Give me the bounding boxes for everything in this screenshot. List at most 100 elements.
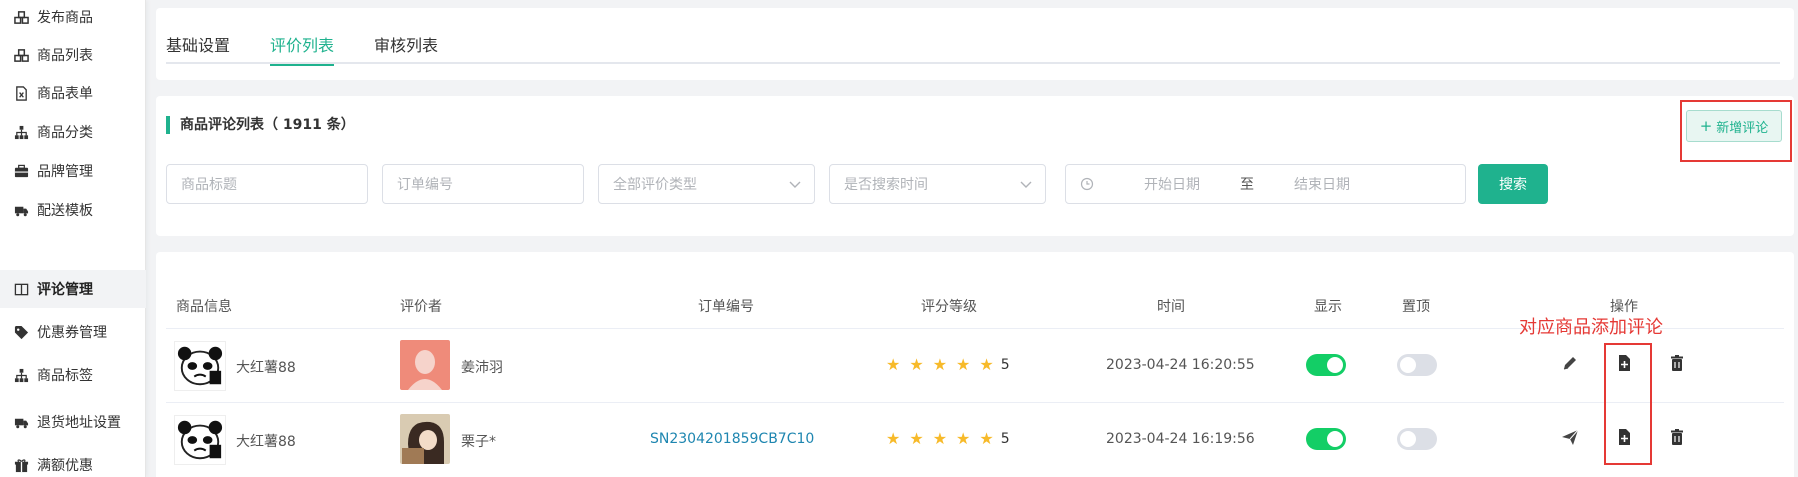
column-header-time: 时间 [1157, 299, 1185, 315]
star-icon: ★ [932, 429, 948, 448]
columns-icon [13, 281, 29, 297]
show-toggle[interactable] [1306, 428, 1346, 450]
rating-stars: ★ ★ ★ ★ ★ 5 [886, 429, 1010, 448]
sidebar-item-label: 退货地址设置 [37, 415, 121, 431]
tabs-card: 基础设置 评价列表 审核列表 [156, 8, 1794, 80]
sidebar-item-reviews[interactable]: 评论管理 [0, 270, 146, 308]
sidebar-item-label: 品牌管理 [37, 164, 93, 180]
table-row: 大红薯88 姜沛羽 ★ ★ ★ ★ ★ 5 2023-04-24 16:20:55 [156, 329, 1794, 403]
star-icon: ★ [956, 429, 971, 448]
product-name: 大红薯88 [236, 360, 296, 376]
sidebar-item-label: 商品列表 [37, 48, 93, 64]
rating-score: 5 [1000, 356, 1010, 373]
trash-icon[interactable] [1667, 353, 1687, 373]
column-header-reviewer: 评价者 [400, 299, 442, 315]
review-type-placeholder: 全部评价类型 [613, 177, 697, 193]
sitemap-icon [13, 367, 29, 383]
date-range-picker[interactable]: 开始日期 至 结束日期 [1065, 164, 1466, 204]
column-header-rating: 评分等级 [921, 299, 977, 315]
sidebar-item-label: 满额优惠 [37, 458, 93, 474]
table-row: 大红薯88 栗子* SN2304201859CB7C10 ★ ★ ★ ★ ★ 5 202… [156, 403, 1794, 477]
cubes-icon [13, 9, 29, 25]
column-header-pin: 置顶 [1402, 299, 1430, 315]
order-number[interactable]: SN2304201859CB7C10 [650, 431, 814, 447]
show-toggle[interactable] [1306, 354, 1346, 376]
sidebar-item-product-list[interactable]: 商品列表 [0, 36, 146, 74]
briefcase-icon [13, 163, 29, 179]
pin-toggle[interactable] [1397, 354, 1437, 376]
avatar [400, 414, 450, 464]
review-time: 2023-04-24 16:20:55 [1106, 357, 1255, 373]
start-date-placeholder[interactable]: 开始日期 [1144, 174, 1200, 194]
range-separator: 至 [1240, 177, 1254, 193]
product-name: 大红薯88 [236, 434, 296, 450]
sidebar-item-label: 商品分类 [37, 125, 93, 141]
review-table: 商品信息 评价者 订单编号 评分等级 时间 显示 置顶 操作 大红薯88 姜沛羽… [156, 252, 1794, 477]
annotation-label: 对应商品添加评论 [1519, 317, 1663, 338]
sidebar-item-publish-product[interactable]: 发布商品 [0, 0, 146, 36]
review-time: 2023-04-24 16:19:56 [1106, 431, 1255, 447]
product-title-placeholder: 商品标题 [181, 177, 237, 193]
sidebar-item-label: 评论管理 [37, 282, 93, 298]
star-icon: ★ [956, 355, 971, 374]
rating-stars: ★ ★ ★ ★ ★ 5 [886, 355, 1010, 374]
star-icon: ★ [932, 355, 948, 374]
sidebar-item-shipping[interactable]: 配送模板 [0, 191, 146, 229]
product-image [174, 415, 226, 465]
pencil-icon[interactable] [1560, 353, 1580, 373]
search-time-placeholder: 是否搜索时间 [844, 177, 928, 193]
star-icon: ★ [979, 429, 994, 448]
reviewer-name: 栗子* [461, 434, 496, 450]
rating-score: 5 [1000, 430, 1010, 447]
sidebar-item-label: 配送模板 [37, 203, 93, 219]
truck-icon [13, 414, 29, 430]
clock-icon [1080, 177, 1094, 191]
sidebar: 发布商品 商品列表 商品表单 商品分类 品牌管理 配送模板 评论管理 优惠券管理… [0, 0, 146, 477]
sidebar-item-product-category[interactable]: 商品分类 [0, 113, 146, 151]
star-icon: ★ [909, 355, 924, 374]
review-type-select[interactable]: 全部评价类型 [598, 164, 815, 204]
sidebar-item-product-form[interactable]: 商品表单 [0, 74, 146, 112]
sidebar-item-full-discount[interactable]: 满额优惠 [0, 446, 146, 477]
star-icon: ★ [909, 429, 924, 448]
pin-toggle[interactable] [1397, 428, 1437, 450]
sitemap-icon [13, 124, 29, 140]
sidebar-item-return-address[interactable]: 退货地址设置 [0, 403, 146, 441]
sidebar-item-coupons[interactable]: 优惠券管理 [0, 313, 146, 351]
trash-icon[interactable] [1667, 427, 1687, 447]
column-header-order-no: 订单编号 [698, 299, 754, 315]
tab-review-list[interactable]: 评价列表 [270, 26, 335, 66]
star-icon: ★ [886, 429, 901, 448]
order-no-placeholder: 订单编号 [397, 177, 453, 193]
section-title: 商品评论列表（ 1911 条） [166, 116, 355, 134]
tab-basic-settings[interactable]: 基础设置 [166, 26, 230, 64]
end-date-placeholder[interactable]: 结束日期 [1294, 174, 1350, 194]
sidebar-item-label: 商品表单 [37, 86, 93, 102]
truck-icon [13, 202, 29, 218]
sidebar-item-label: 商品标签 [37, 368, 93, 384]
tab-audit-list[interactable]: 审核列表 [374, 26, 438, 64]
annotation-box-add-review-icons [1604, 343, 1652, 465]
search-button[interactable]: 搜索 [1478, 164, 1548, 204]
star-icon: ★ [886, 355, 901, 374]
column-header-product: 商品信息 [176, 299, 232, 315]
chevron-down-icon [789, 181, 801, 188]
paper-plane-icon[interactable] [1560, 427, 1580, 447]
sidebar-item-label: 优惠券管理 [37, 325, 107, 341]
gift-icon [13, 457, 29, 473]
cubes-icon [13, 47, 29, 63]
tag-icon [13, 324, 29, 340]
sidebar-item-brand[interactable]: 品牌管理 [0, 152, 146, 190]
search-time-select[interactable]: 是否搜索时间 [829, 164, 1046, 204]
sidebar-item-label: 发布商品 [37, 10, 93, 26]
tab-bar: 基础设置 评价列表 审核列表 [166, 26, 1780, 66]
column-header-show: 显示 [1314, 299, 1342, 315]
product-image [174, 341, 226, 391]
order-no-input[interactable]: 订单编号 [382, 164, 584, 204]
filter-card: 商品评论列表（ 1911 条） + 新增评论 商品标题 订单编号 全部评价类型 … [156, 96, 1794, 236]
excel-file-icon [13, 85, 29, 101]
reviewer-name: 姜沛羽 [461, 360, 503, 376]
product-title-input[interactable]: 商品标题 [166, 164, 368, 204]
sidebar-item-product-tags[interactable]: 商品标签 [0, 356, 146, 394]
chevron-down-icon [1020, 181, 1032, 188]
